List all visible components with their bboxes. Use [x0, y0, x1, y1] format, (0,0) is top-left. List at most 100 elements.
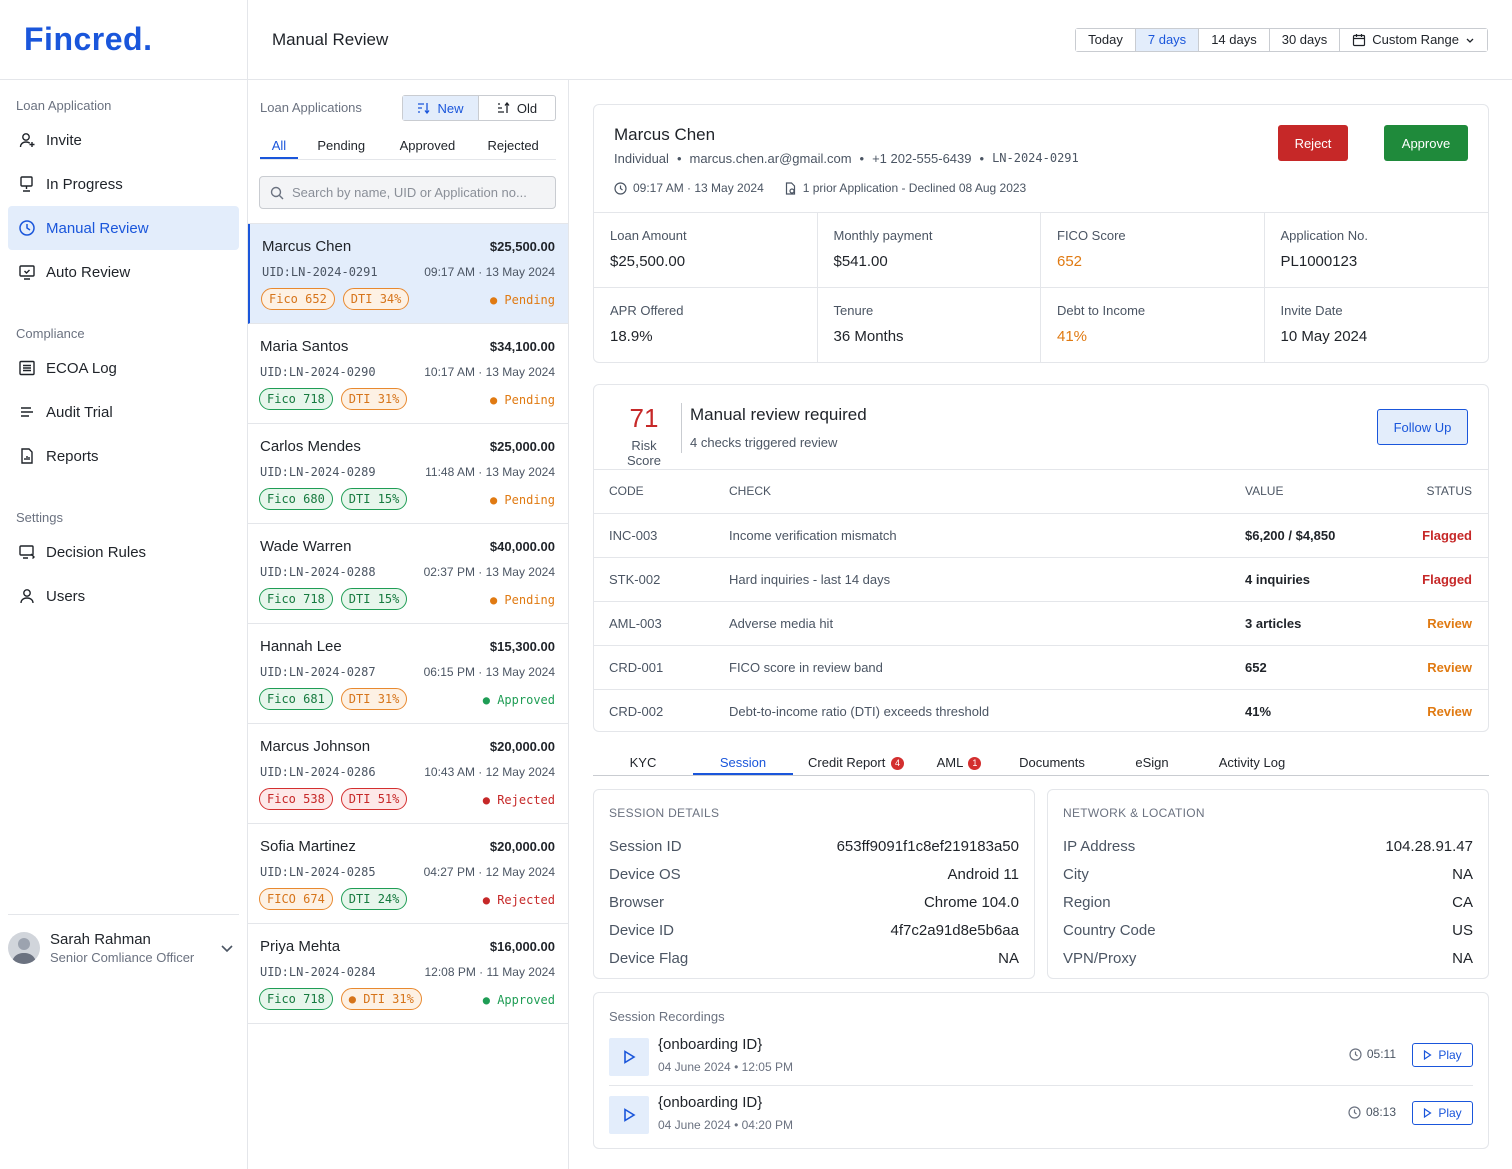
chevron-down-icon[interactable] — [219, 940, 235, 956]
metric-value: PL1000123 — [1280, 253, 1358, 270]
applicant-loan-id: LN-2024-0291 — [992, 151, 1079, 165]
network-row: IP Address 104.28.91.47 — [1063, 832, 1473, 860]
play-button[interactable]: Play — [1412, 1101, 1473, 1125]
tab-session[interactable]: Session — [693, 750, 793, 775]
divider — [681, 403, 682, 453]
row-value: 653ff9091f1c8ef219183a50 — [836, 837, 1019, 855]
nav-item-audit-trial[interactable]: Audit Trial — [8, 390, 239, 434]
play-icon — [624, 1050, 636, 1064]
check-description: Income verification mismatch — [729, 513, 1245, 558]
table-row[interactable]: INC-003 Income verification mismatch $6,… — [594, 513, 1488, 558]
risk-subtitle: 4 checks triggered review — [690, 435, 838, 450]
nav-item-manual-review[interactable]: Manual Review — [8, 206, 239, 250]
range-custom[interactable]: Custom Range — [1340, 29, 1487, 51]
nav-label-in-progress: In Progress — [46, 175, 123, 193]
nav-item-users[interactable]: Users — [8, 574, 239, 618]
nav-label-reports: Reports — [46, 447, 99, 465]
applicant-name: Sofia Martinez — [260, 838, 356, 855]
table-row[interactable]: AML-003 Adverse media hit 3 articles Rev… — [594, 601, 1488, 646]
nav-label-ecoa-log: ECOA Log — [46, 359, 117, 377]
nav-item-auto-review[interactable]: Auto Review — [8, 250, 239, 294]
metric-label: APR Offered — [610, 303, 684, 318]
dti-pill: DTI 34% — [342, 288, 410, 310]
table-row[interactable]: CRD-002 Debt-to-income ratio (DTI) excee… — [594, 689, 1488, 733]
nav-item-in-progress[interactable]: In Progress — [8, 162, 239, 206]
play-icon — [1424, 1050, 1432, 1060]
application-card[interactable]: Hannah Lee $15,300.00 UID:LN-2024-0287 0… — [248, 624, 568, 724]
metric-value: 41% — [1057, 328, 1088, 345]
nav-item-invite[interactable]: Invite — [8, 118, 239, 162]
check-value: 3 articles — [1245, 601, 1386, 646]
nav-item-reports[interactable]: Reports — [8, 434, 239, 478]
session-row: Device ID 4f7c2a91d8e5b6aa — [609, 916, 1019, 944]
sidebar: Fincred. Loan Application Invite In Prog… — [0, 0, 248, 1169]
user-info: Sarah Rahman Senior Comliance Officer — [50, 931, 194, 965]
sort-new-button[interactable]: New — [403, 96, 479, 120]
tab-aml[interactable]: AML 1 — [919, 750, 999, 775]
follow-up-button[interactable]: Follow Up — [1377, 409, 1468, 445]
status-badge: ● Approved — [482, 993, 555, 1007]
list-icon — [19, 360, 35, 376]
nav-item-decision-rules[interactable]: Decision Rules — [8, 530, 239, 574]
table-row[interactable]: CRD-001 FICO score in review band 652 Re… — [594, 645, 1488, 690]
recording-thumbnail[interactable] — [609, 1038, 649, 1076]
approve-button[interactable]: Approve — [1384, 125, 1468, 161]
table-row[interactable]: STK-002 Hard inquiries - last 14 days 4 … — [594, 557, 1488, 602]
check-code: CRD-001 — [594, 645, 729, 690]
sort-old-button[interactable]: Old — [479, 96, 555, 120]
application-card[interactable]: Carlos Mendes $25,000.00 UID:LN-2024-028… — [248, 424, 568, 524]
fincred-logo[interactable]: Fincred. — [24, 21, 152, 58]
tab-approved[interactable]: Approved — [385, 138, 471, 159]
user-profile[interactable]: Sarah Rahman Senior Comliance Officer — [8, 914, 239, 965]
monitor-icon — [20, 176, 33, 192]
row-label: City — [1063, 865, 1089, 883]
applicant-name: Marcus Chen — [614, 125, 716, 144]
tab-all[interactable]: All — [260, 138, 298, 159]
recording-item: {onboarding ID} 04 June 2024 • 04:20 PM … — [609, 1085, 1473, 1142]
application-card[interactable]: Sofia Martinez $20,000.00 UID:LN-2024-02… — [248, 824, 568, 924]
session-row: Session ID 653ff9091f1c8ef219183a50 — [609, 832, 1019, 860]
row-value: US — [1452, 921, 1473, 939]
application-card[interactable]: Marcus Johnson $20,000.00 UID:LN-2024-02… — [248, 724, 568, 824]
tab-credit-report[interactable]: Credit Report 4 — [793, 750, 919, 775]
applicant-name: Marcus Johnson — [260, 738, 371, 755]
page-title: Manual Review — [272, 29, 389, 49]
nav-item-ecoa-log[interactable]: ECOA Log — [8, 346, 239, 390]
tab-rejected[interactable]: Rejected — [470, 138, 556, 159]
check-description: Hard inquiries - last 14 days — [729, 557, 1245, 602]
metric-application-no: Application No. PL1000123 — [1264, 213, 1488, 288]
network-location-card: NETWORK & LOCATION IP Address 104.28.91.4… — [1047, 789, 1489, 979]
tab-activity-log[interactable]: Activity Log — [1199, 750, 1305, 775]
range-14-days[interactable]: 14 days — [1199, 29, 1270, 51]
play-button[interactable]: Play — [1412, 1043, 1473, 1067]
application-card[interactable]: Marcus Chen $25,500.00 UID:LN-2024-0291 … — [248, 224, 568, 324]
tab-kyc[interactable]: KYC — [593, 750, 693, 775]
tab-esign[interactable]: eSign — [1105, 750, 1199, 775]
search-input[interactable] — [292, 185, 542, 200]
application-card[interactable]: Maria Santos $34,100.00 UID:LN-2024-0290… — [248, 324, 568, 424]
network-row: VPN/Proxy NA — [1063, 944, 1473, 972]
application-time: 04:27 PM · 12 May 2024 — [423, 865, 555, 879]
risk-score: 71 Risk Score — [614, 403, 674, 468]
tab-documents[interactable]: Documents — [999, 750, 1105, 775]
range-today[interactable]: Today — [1076, 29, 1136, 51]
check-status: Review — [1427, 703, 1472, 719]
range-30-days[interactable]: 30 days — [1269, 29, 1341, 51]
metric-invite-date: Invite Date 10 May 2024 — [1265, 288, 1489, 363]
application-card[interactable]: Priya Mehta $16,000.00 UID:LN-2024-0284 … — [248, 924, 568, 1024]
application-time: 10:17 AM · 13 May 2024 — [424, 365, 555, 379]
loan-amount: $20,000.00 — [489, 839, 555, 854]
range-7-days[interactable]: 7 days — [1135, 29, 1200, 51]
detail-tabs: KYC Session Credit Report 4 AML 1 Docume… — [593, 750, 1489, 776]
recording-thumbnail[interactable] — [609, 1096, 649, 1134]
score-pills: Fico 538 DTI 51% — [259, 788, 408, 810]
check-description: Adverse media hit — [729, 601, 1245, 646]
loan-amount: $25,000.00 — [489, 439, 555, 454]
application-card[interactable]: Wade Warren $40,000.00 UID:LN-2024-0288 … — [248, 524, 568, 624]
row-value: NA — [1452, 865, 1473, 883]
aml-count-badge: 1 — [968, 757, 982, 770]
reject-button[interactable]: Reject — [1278, 125, 1348, 161]
risk-checks-table: CODE CHECK VALUE STATUS INC-003 Income v… — [594, 470, 1488, 733]
tab-pending[interactable]: Pending — [298, 138, 385, 159]
list-title: Loan Applications — [260, 100, 362, 115]
